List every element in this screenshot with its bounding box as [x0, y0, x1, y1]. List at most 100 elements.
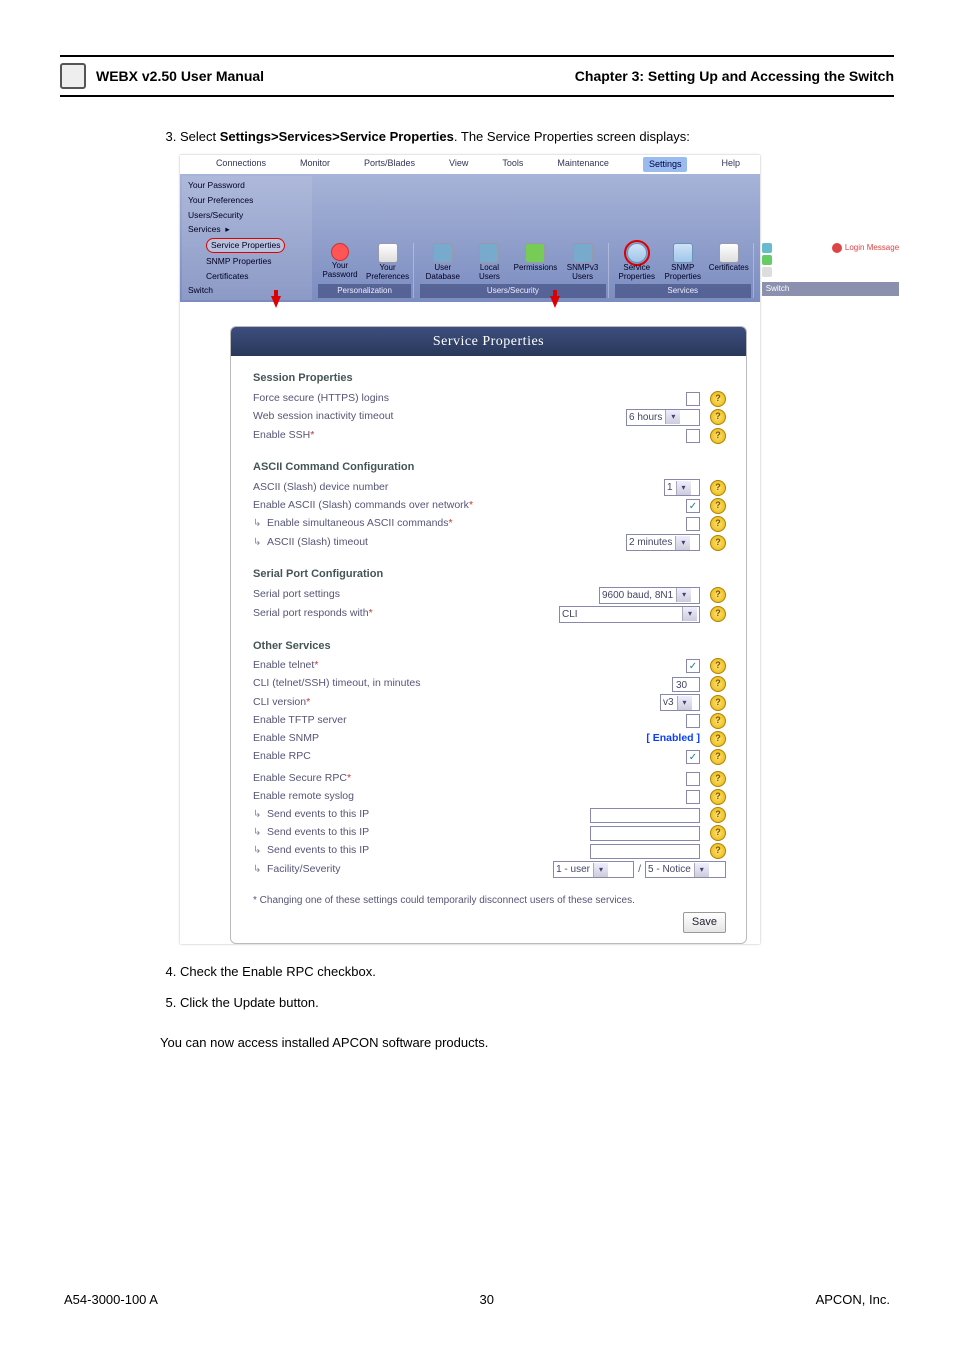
force-https-label: Force secure (HTTPS) logins: [253, 391, 686, 407]
step-4: Check the Enable RPC checkbox.: [180, 962, 780, 982]
menu-help[interactable]: Help: [721, 157, 740, 173]
page-header: WEBX v2.50 User Manual Chapter 3: Settin…: [60, 63, 894, 97]
embedded-screenshot: Connections Monitor Ports/Blades View To…: [180, 155, 760, 944]
other-services-header: Other Services: [253, 638, 726, 655]
sidebar-services[interactable]: Services ▸: [182, 222, 312, 237]
help-icon[interactable]: ?: [710, 606, 726, 622]
enable-simultaneous-checkbox[interactable]: [686, 517, 700, 531]
menu-ports[interactable]: Ports/Blades: [364, 157, 415, 173]
serial-responds-select[interactable]: CLI▾: [559, 606, 700, 623]
enable-ssh-label: Enable SSH*: [253, 428, 686, 444]
closing-text: You can now access installed APCON softw…: [160, 1033, 780, 1053]
enable-secure-rpc-label: Enable Secure RPC*: [253, 771, 686, 787]
chip-icon: [60, 63, 86, 89]
enable-rpc-label: Enable RPC: [253, 749, 686, 765]
sidebar-your-password[interactable]: Your Password: [182, 178, 312, 193]
save-button[interactable]: Save: [683, 912, 726, 933]
enable-ascii-net-checkbox[interactable]: [686, 499, 700, 513]
sidebar-users-security[interactable]: Users/Security: [182, 208, 312, 223]
menu-connections[interactable]: Connections: [216, 157, 266, 173]
enable-snmp-label: Enable SNMP: [253, 731, 646, 747]
help-icon[interactable]: ?: [710, 676, 726, 692]
send-ip-2-input[interactable]: [590, 826, 700, 841]
help-icon[interactable]: ?: [710, 658, 726, 674]
menu-tools[interactable]: Tools: [502, 157, 523, 173]
prefs-icon[interactable]: [378, 243, 398, 263]
password-icon[interactable]: [331, 243, 349, 261]
send-ip-3-input[interactable]: [590, 844, 700, 859]
enable-rpc-checkbox[interactable]: [686, 750, 700, 764]
cli-timeout-input[interactable]: 30: [672, 677, 700, 692]
facility-sep: /: [638, 862, 641, 878]
ascii-timeout-label: ASCII (Slash) timeout: [253, 535, 626, 551]
date-time-link[interactable]: Date/Time: [762, 254, 899, 266]
toolbar: Your Password Your Preferences Personali…: [312, 176, 907, 300]
ascii-timeout-select[interactable]: 2 minutes▾: [626, 534, 700, 551]
help-icon[interactable]: ?: [710, 731, 726, 747]
help-icon[interactable]: ?: [710, 771, 726, 787]
callout-arrow-icon: [271, 296, 281, 308]
ascii-device-select[interactable]: 1▾: [664, 479, 700, 496]
menu-maintenance[interactable]: Maintenance: [557, 157, 609, 173]
page-footer: A54-3000-100 A 30 APCON, Inc.: [60, 1292, 894, 1307]
callout-arrow-icon: [550, 296, 560, 308]
sidebar-snmp-properties[interactable]: SNMP Properties: [182, 254, 312, 269]
lan-interface-link[interactable]: LAN Interface Login Message: [762, 242, 899, 254]
serial-responds-label: Serial port responds with*: [253, 606, 559, 622]
enable-telnet-checkbox[interactable]: [686, 659, 700, 673]
snmp-props-icon[interactable]: [673, 243, 693, 263]
force-https-checkbox[interactable]: [686, 392, 700, 406]
sidebar-certificates[interactable]: Certificates: [182, 269, 312, 284]
serial-settings-select[interactable]: 9600 baud, 8N1▾: [599, 587, 700, 604]
help-icon[interactable]: ?: [710, 428, 726, 444]
footer-page-number: 30: [480, 1292, 494, 1307]
help-icon[interactable]: ?: [710, 789, 726, 805]
sidebar-your-preferences[interactable]: Your Preferences: [182, 193, 312, 208]
send-ip-1-input[interactable]: [590, 808, 700, 823]
help-icon[interactable]: ?: [710, 843, 726, 859]
cli-version-select[interactable]: v3▾: [660, 694, 700, 711]
help-icon[interactable]: ?: [710, 713, 726, 729]
help-icon[interactable]: ?: [710, 587, 726, 603]
snmp-users-icon[interactable]: [573, 243, 593, 263]
local-users-icon[interactable]: [479, 243, 499, 263]
menu-monitor[interactable]: Monitor: [300, 157, 330, 173]
menubar: Connections Monitor Ports/Blades View To…: [180, 155, 760, 175]
help-icon[interactable]: ?: [710, 480, 726, 496]
service-props-icon[interactable]: [627, 243, 647, 263]
enable-tftp-checkbox[interactable]: [686, 714, 700, 728]
help-icon[interactable]: ?: [710, 749, 726, 765]
help-icon[interactable]: ?: [710, 535, 726, 551]
menu-view[interactable]: View: [449, 157, 468, 173]
enable-syslog-label: Enable remote syslog: [253, 789, 686, 805]
help-icon[interactable]: ?: [710, 807, 726, 823]
header-left: WEBX v2.50 User Manual: [96, 68, 575, 84]
panel-title: Service Properties: [231, 327, 746, 356]
ascii-config-header: ASCII Command Configuration: [253, 459, 726, 476]
sidebar-service-properties[interactable]: Service Properties: [182, 237, 312, 254]
facility-select[interactable]: 1 - user▾: [553, 861, 634, 878]
help-icon[interactable]: ?: [710, 391, 726, 407]
help-icon[interactable]: ?: [710, 516, 726, 532]
sidebar-switch[interactable]: Switch: [182, 283, 312, 298]
certificates-icon[interactable]: [719, 243, 739, 263]
enable-snmp-link[interactable]: [ Enabled ]: [646, 731, 700, 747]
properties-link[interactable]: Properties: [762, 266, 899, 278]
user-db-icon[interactable]: [433, 243, 453, 263]
help-icon[interactable]: ?: [710, 695, 726, 711]
step-3: Select Settings>Services>Service Propert…: [180, 127, 780, 944]
help-icon[interactable]: ?: [710, 498, 726, 514]
header-right: Chapter 3: Setting Up and Accessing the …: [575, 68, 894, 84]
permissions-icon[interactable]: [525, 243, 545, 263]
severity-select[interactable]: 5 - Notice▾: [645, 861, 726, 878]
enable-telnet-label: Enable telnet*: [253, 658, 686, 674]
send-ip-3-label: Send events to this IP: [253, 843, 590, 859]
enable-tftp-label: Enable TFTP server: [253, 713, 686, 729]
enable-ssh-checkbox[interactable]: [686, 429, 700, 443]
help-icon[interactable]: ?: [710, 825, 726, 841]
menu-settings[interactable]: Settings: [643, 157, 688, 173]
help-icon[interactable]: ?: [710, 409, 726, 425]
web-timeout-select[interactable]: 6 hours▾: [626, 409, 700, 426]
enable-secure-rpc-checkbox[interactable]: [686, 772, 700, 786]
enable-syslog-checkbox[interactable]: [686, 790, 700, 804]
